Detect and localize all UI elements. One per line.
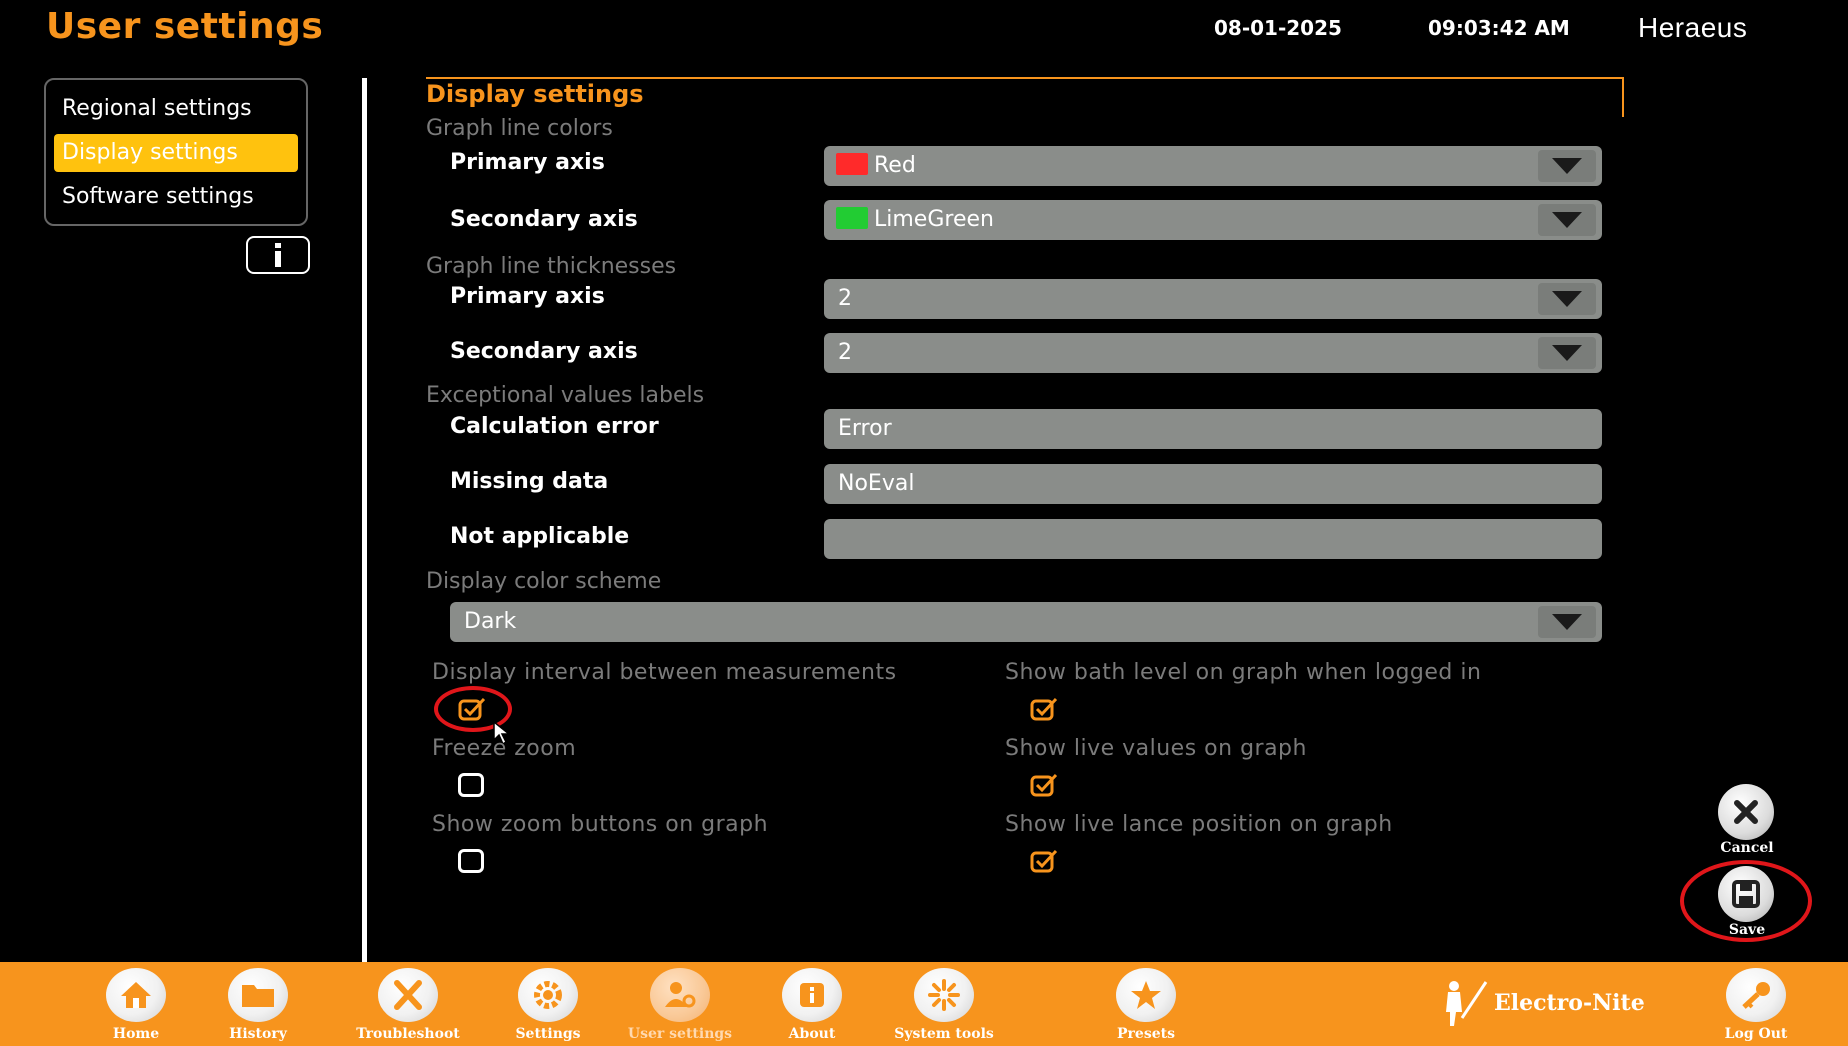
checkbox-label-lance-position: Show live lance position on graph <box>1005 812 1393 837</box>
bath-level-checkbox[interactable] <box>1030 697 1058 721</box>
secondary-thickness-select[interactable]: 2 <box>824 333 1602 373</box>
tools-icon <box>394 980 422 1010</box>
triangle-down-icon <box>1552 291 1582 307</box>
nav-log-out-label: Log Out <box>1724 1026 1788 1042</box>
nav-user-settings[interactable]: User settings <box>620 968 740 1046</box>
info-icon <box>275 243 281 267</box>
dropdown-arrow[interactable] <box>1538 283 1596 315</box>
zoom-buttons-checkbox[interactable] <box>458 849 484 873</box>
dropdown-arrow[interactable] <box>1538 337 1596 369</box>
red-swatch-icon <box>836 153 868 175</box>
freeze-zoom-checkbox[interactable] <box>458 773 484 797</box>
user-gear-icon <box>665 982 696 1008</box>
key-icon <box>1742 982 1770 1009</box>
cancel-label: Cancel <box>1720 840 1774 856</box>
section-rule <box>426 77 1624 79</box>
info-button[interactable] <box>246 236 310 274</box>
primary-thickness-select[interactable]: 2 <box>824 279 1602 319</box>
nav-about[interactable]: About <box>752 968 872 1046</box>
star-icon <box>1131 981 1161 1009</box>
nav-troubleshoot-label: Troubleshoot <box>356 1026 460 1042</box>
primary-color-value: Red <box>874 153 916 178</box>
nav-history-label: History <box>229 1026 287 1042</box>
field-label-calculation-error: Calculation error <box>450 414 659 439</box>
section-rule-end <box>1622 77 1624 117</box>
live-values-checkbox[interactable] <box>1030 773 1058 797</box>
secondary-color-value: LimeGreen <box>874 207 994 232</box>
sidebar-item-display-settings[interactable]: Display settings <box>54 134 298 172</box>
page-title: User settings <box>46 6 324 47</box>
settings-nav-panel: Regional settings Display settings Softw… <box>44 78 308 226</box>
color-scheme-select[interactable]: Dark <box>450 602 1602 642</box>
triangle-down-icon <box>1552 158 1582 174</box>
nav-troubleshoot[interactable]: Troubleshoot <box>348 968 468 1046</box>
sidebar-item-software-settings[interactable]: Software settings <box>54 178 298 216</box>
info-icon <box>800 983 824 1007</box>
missing-data-input[interactable]: NoEval <box>824 464 1602 504</box>
not-applicable-input[interactable] <box>824 519 1602 559</box>
field-label-secondary-thickness: Secondary axis <box>450 339 638 364</box>
nav-presets-label: Presets <box>1117 1026 1175 1042</box>
triangle-down-icon <box>1552 614 1582 630</box>
section-title: Display settings <box>426 80 644 108</box>
checkbox-label-zoom-buttons: Show zoom buttons on graph <box>432 812 769 837</box>
folder-icon <box>242 985 274 1007</box>
field-label-not-applicable: Not applicable <box>450 524 630 549</box>
triangle-down-icon <box>1552 212 1582 228</box>
field-label-primary-color: Primary axis <box>450 150 605 175</box>
calculation-error-input[interactable]: Error <box>824 409 1602 449</box>
electro-nite-logo: Electro-Nite <box>1424 976 1704 1026</box>
nav-history[interactable]: History <box>198 968 318 1046</box>
brand-logo: Heraeus <box>1638 12 1748 43</box>
primary-color-select[interactable]: Red <box>824 146 1602 186</box>
close-icon <box>1734 800 1758 824</box>
dropdown-arrow[interactable] <box>1538 606 1596 638</box>
field-label-missing-data: Missing data <box>450 469 609 494</box>
group-label-graph-line-colors: Graph line colors <box>426 116 613 141</box>
group-label-graph-line-thicknesses: Graph line thicknesses <box>426 254 677 279</box>
checked-box-icon <box>1030 697 1058 721</box>
nav-system-tools-label: System tools <box>894 1026 994 1042</box>
primary-thickness-value: 2 <box>838 286 852 311</box>
checked-box-icon <box>1030 849 1058 873</box>
dropdown-arrow[interactable] <box>1538 150 1596 182</box>
cancel-button[interactable]: Cancel <box>1702 784 1792 864</box>
nav-settings[interactable]: Settings <box>488 968 608 1046</box>
checkbox-label-freeze-zoom: Freeze zoom <box>432 736 577 761</box>
dropdown-arrow[interactable] <box>1538 204 1596 236</box>
green-swatch-icon <box>836 207 868 229</box>
secondary-thickness-value: 2 <box>838 340 852 365</box>
home-icon <box>121 982 151 1008</box>
logo-text: Electro-Nite <box>1494 990 1645 1016</box>
highlight-circle <box>1680 860 1812 942</box>
triangle-down-icon <box>1552 345 1582 361</box>
nav-presets[interactable]: Presets <box>1086 968 1206 1046</box>
spark-icon <box>928 979 960 1011</box>
gear-icon <box>534 981 562 1009</box>
checkbox-label-live-values: Show live values on graph <box>1005 736 1307 761</box>
checkbox-label-bath-level: Show bath level on graph when logged in <box>1005 660 1482 685</box>
group-label-color-scheme: Display color scheme <box>426 569 662 594</box>
nav-system-tools[interactable]: System tools <box>884 968 1004 1046</box>
figure-logo-icon <box>1446 981 1488 1026</box>
secondary-color-select[interactable]: LimeGreen <box>824 200 1602 240</box>
field-label-secondary-color: Secondary axis <box>450 207 638 232</box>
field-label-primary-thickness: Primary axis <box>450 284 605 309</box>
checkbox-label-display-interval: Display interval between measurements <box>432 660 897 685</box>
sidebar-item-regional-settings[interactable]: Regional settings <box>54 90 298 128</box>
checked-box-icon <box>1030 773 1058 797</box>
vertical-divider <box>362 78 367 962</box>
nav-log-out[interactable]: Log Out <box>1696 968 1816 1046</box>
lance-position-checkbox[interactable] <box>1030 849 1058 873</box>
group-label-exceptional-values: Exceptional values labels <box>426 383 705 408</box>
color-scheme-value: Dark <box>464 609 517 634</box>
header-date: 08-01-2025 <box>1214 16 1342 40</box>
header-time: 09:03:42 AM <box>1428 16 1570 40</box>
